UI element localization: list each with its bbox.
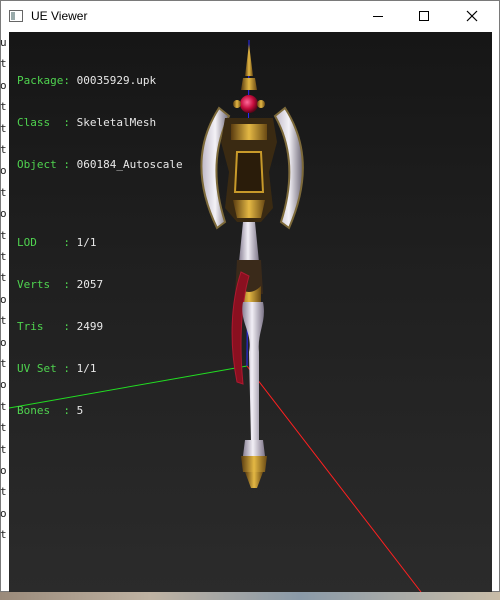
background-text-char: t	[0, 121, 7, 135]
close-icon	[466, 10, 478, 22]
minimize-button[interactable]	[355, 1, 401, 31]
background-text-char: o	[0, 207, 7, 221]
ue-viewer-window[interactable]: UE Viewer Package: 00035929.upk Class: …	[0, 0, 500, 592]
mesh-info-overlay: Package: 00035929.upk Class : SkeletalMe…	[17, 46, 183, 446]
info-row-object: Object : 060184_Autoscale	[17, 158, 183, 171]
app-icon	[9, 10, 23, 22]
background-text-char: t	[0, 271, 7, 285]
background-text-char: o	[0, 378, 7, 392]
info-row-lod: LOD : 1/1	[17, 236, 97, 249]
axe-shaft	[242, 302, 264, 442]
info-row-bones: Bones : 5	[17, 404, 84, 417]
info-spacer	[17, 200, 183, 208]
background-text-char: t	[0, 314, 7, 328]
axis-x-line	[246, 365, 422, 592]
background-text-char: t	[0, 57, 7, 71]
background-text-char: o	[0, 164, 7, 178]
maximize-button[interactable]	[401, 1, 447, 31]
background-text-char: o	[0, 292, 7, 306]
window-title: UE Viewer	[31, 9, 88, 23]
background-text-char: o	[0, 464, 7, 477]
axe-gem	[240, 95, 258, 113]
maximize-icon	[419, 11, 429, 21]
background-text-char: t	[0, 421, 7, 435]
background-text-char: o	[0, 78, 7, 92]
desktop-wallpaper-strip	[0, 592, 500, 600]
3d-viewport[interactable]: Package: 00035929.upk Class : SkeletalMe…	[9, 32, 492, 592]
close-button[interactable]	[447, 1, 497, 31]
minimize-icon	[373, 15, 383, 17]
background-text-char: t	[0, 357, 7, 370]
axe-pommel	[243, 440, 265, 456]
background-text-char: t	[0, 100, 7, 114]
info-row-verts: Verts : 2057	[17, 278, 104, 291]
background-text-char: o	[0, 506, 7, 520]
info-row-tris: Tris : 2499	[17, 320, 104, 333]
info-row-uvset: UV Set : 1/1	[17, 362, 97, 375]
background-text-char: t	[0, 485, 7, 499]
background-text-char: t	[0, 250, 7, 263]
background-text-char: t	[0, 143, 7, 156]
background-text-char: t	[0, 399, 7, 413]
background-text-char: o	[0, 335, 7, 349]
background-text-char: u	[0, 36, 7, 49]
info-row-class: Class : SkeletalMesh	[17, 116, 157, 129]
background-text-char: t	[0, 228, 7, 242]
axe-top-spike	[245, 44, 253, 76]
info-row-package: Package: 00035929.upk	[17, 74, 157, 87]
background-text-char: t	[0, 442, 7, 456]
axe-right-blade	[273, 106, 304, 230]
background-text-char: t	[0, 185, 7, 199]
titlebar[interactable]: UE Viewer	[1, 1, 499, 31]
background-text-char: t	[0, 528, 7, 542]
